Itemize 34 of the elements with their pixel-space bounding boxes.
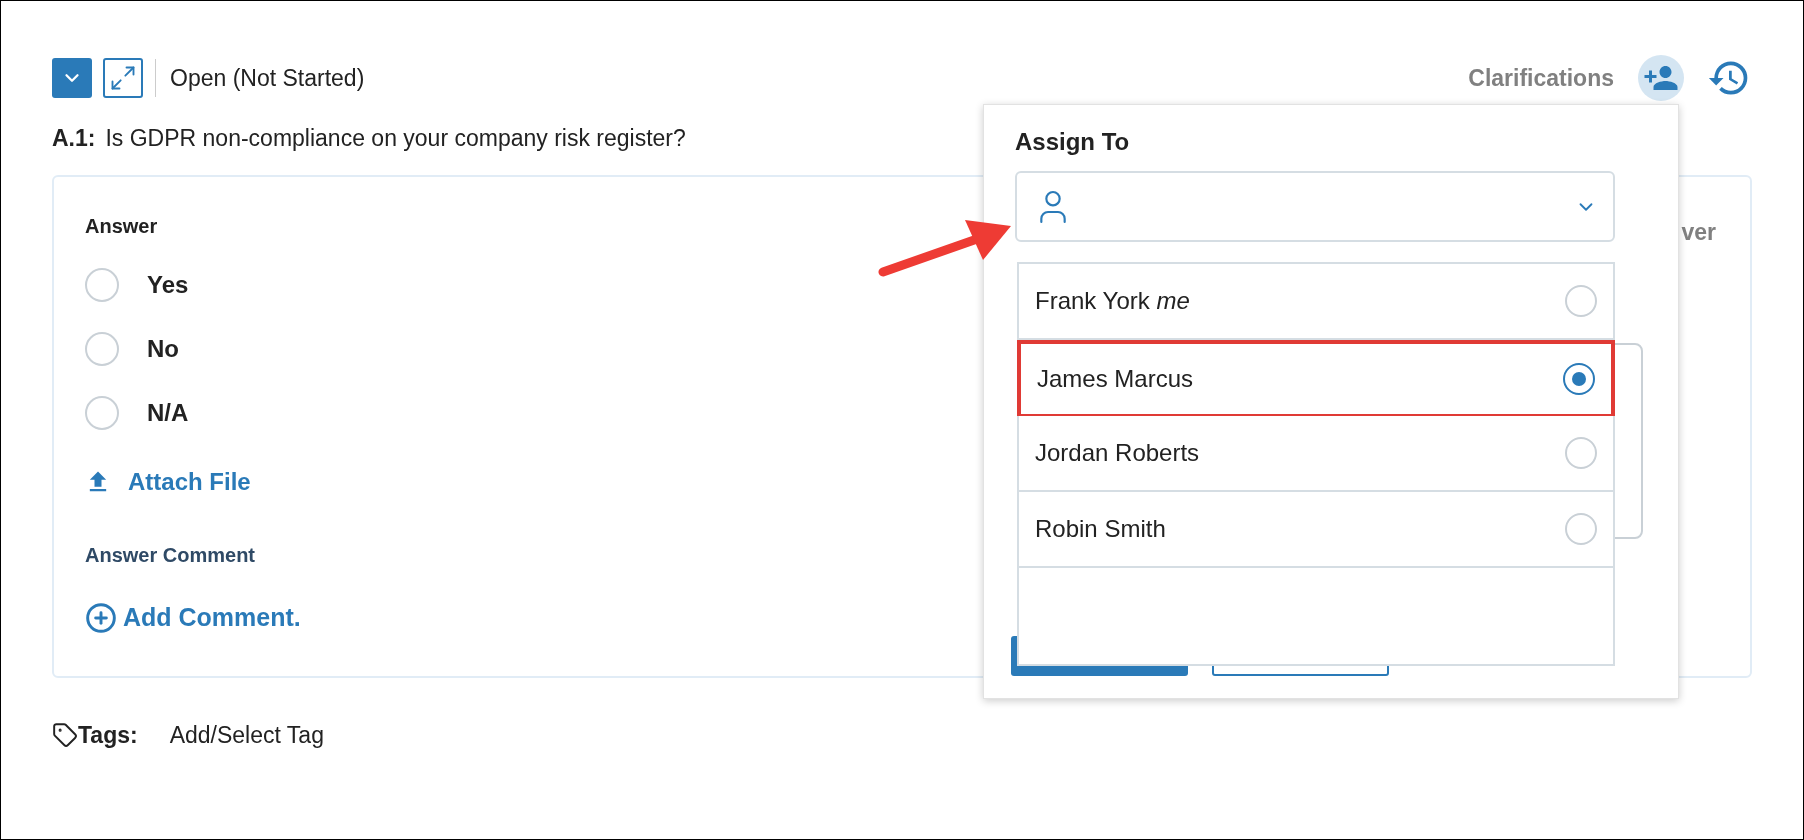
answer-comment-label: Answer Comment bbox=[85, 543, 256, 567]
tags-label: Tags: bbox=[78, 720, 138, 750]
answer-radio[interactable] bbox=[85, 268, 119, 302]
person-option[interactable]: Frank York me bbox=[1019, 264, 1613, 340]
answer-option[interactable]: No bbox=[147, 331, 179, 367]
person-option[interactable]: Robin Smith bbox=[1019, 492, 1613, 568]
answer-radio[interactable] bbox=[85, 396, 119, 430]
side-label: ver bbox=[1681, 220, 1716, 244]
answer-option[interactable]: N/A bbox=[147, 395, 189, 431]
attach-file-link[interactable]: Attach File bbox=[85, 465, 251, 499]
assign-user-button[interactable] bbox=[1638, 55, 1684, 101]
status-text: Open (Not Started) bbox=[170, 63, 365, 93]
plus-circle-icon bbox=[85, 602, 117, 634]
person-name: Jordan Roberts bbox=[1035, 438, 1201, 468]
answer-option[interactable]: Yes bbox=[147, 267, 189, 303]
person-option[interactable]: James Marcus bbox=[1017, 340, 1615, 416]
assignee-select[interactable] bbox=[1015, 171, 1615, 242]
popover-title: Assign To bbox=[1015, 130, 1131, 154]
tag-icon bbox=[52, 722, 78, 748]
answer-radio[interactable] bbox=[85, 332, 119, 366]
question-number: A.1: bbox=[52, 123, 96, 153]
diagonal-arrows-icon bbox=[109, 64, 137, 92]
person-name: Frank York me bbox=[1035, 286, 1191, 316]
answer-label: Answer bbox=[85, 215, 158, 237]
add-comment-link[interactable]: Add Comment. bbox=[85, 600, 301, 636]
collapse-button[interactable] bbox=[52, 58, 92, 98]
person-name: James Marcus bbox=[1037, 364, 1195, 394]
expand-button[interactable] bbox=[103, 58, 143, 98]
question-text: Is GDPR non-compliance on your company risk register? bbox=[105, 123, 686, 153]
add-tag-link[interactable]: Add/Select Tag bbox=[169, 717, 324, 753]
person-radio[interactable] bbox=[1563, 363, 1595, 395]
person-name: Robin Smith bbox=[1035, 514, 1167, 544]
person-option[interactable]: Jordan Roberts bbox=[1019, 416, 1613, 492]
clarifications-link[interactable]: Clarifications bbox=[1468, 60, 1614, 96]
